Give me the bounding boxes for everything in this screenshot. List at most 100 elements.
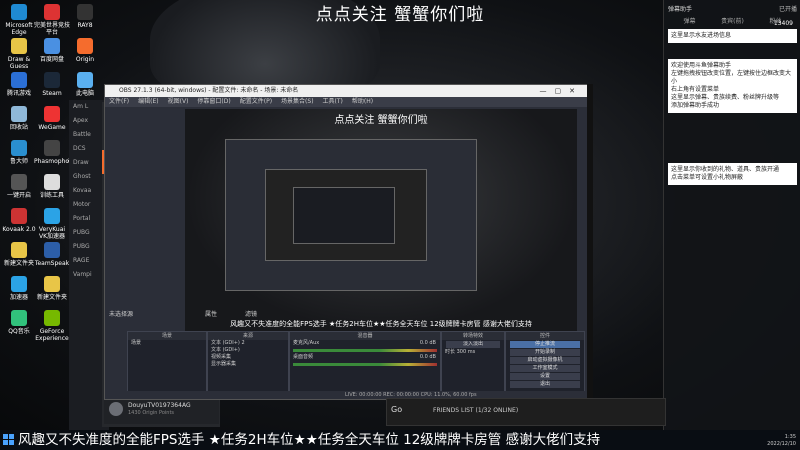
desktop-icon-label: 腾讯游戏 bbox=[6, 90, 31, 97]
training-icon bbox=[44, 174, 60, 190]
desktop-icon-label: Steam bbox=[42, 90, 62, 97]
obs-menu-item[interactable]: 帮助(H) bbox=[352, 98, 373, 105]
mixer-header: 混音器 bbox=[290, 332, 440, 340]
mixer-channel: 麦克风/Aux 0.0 dB bbox=[290, 340, 440, 347]
sources-dock: 来源 文本 (GDI+) 2 文本 (GDI+) 视频采集 显示器采集 bbox=[207, 331, 289, 395]
obs-window: OBS 27.1.3 (64-bit, windows) - 配置文件: 未命名… bbox=[104, 84, 588, 400]
desktop-icon[interactable]: 回收站 bbox=[1, 106, 37, 131]
volume-meter[interactable] bbox=[293, 349, 437, 352]
desktop-icon-label: 新建文件夹 bbox=[3, 260, 34, 267]
volume-meter[interactable] bbox=[293, 363, 437, 366]
desktop-icon[interactable]: 一键开启 bbox=[1, 174, 37, 199]
kovaak-icon bbox=[11, 208, 27, 224]
desktop-icon[interactable]: Microsoft Edge bbox=[1, 4, 37, 36]
source-item[interactable]: 文本 (GDI+) 2 bbox=[208, 340, 288, 347]
friends-list-label[interactable]: FRIENDS LIST (1/32 ONLINE) bbox=[433, 407, 518, 414]
ray8-icon bbox=[77, 4, 93, 20]
scrollbar[interactable] bbox=[587, 84, 593, 398]
desktop-icon[interactable]: 加速器 bbox=[1, 276, 37, 301]
baidu-netdisk-icon bbox=[44, 38, 60, 54]
edge-icon bbox=[11, 4, 27, 20]
control-button[interactable]: 停止推流 bbox=[510, 341, 580, 348]
live-status: 已开播 bbox=[778, 6, 797, 13]
scenes-header: 场景 bbox=[128, 332, 206, 340]
obs-menu-item[interactable]: 视图(V) bbox=[168, 98, 189, 105]
danmaku-tab[interactable]: 弹幕 bbox=[668, 17, 711, 27]
gift-panel: 这里显示你收到的礼物、道具、贵族开通 点击菜单可设置小礼物屏蔽 bbox=[668, 163, 797, 185]
mixer-channel-name: 麦克风/Aux bbox=[293, 340, 320, 346]
origin-user-card[interactable]: DouyuTV0197364AG 1430 Origin Points bbox=[104, 396, 219, 424]
obs-menu-item[interactable]: 停靠窗口(D) bbox=[197, 98, 230, 105]
desktop-icon[interactable]: VeryKuai VK加速器 bbox=[34, 208, 70, 240]
danmaku-assistant: 弹幕助手 已开播 13409 弹幕 贵宾(前) 粉丝 这里显示水友进场信息 欢迎使用… bbox=[663, 0, 800, 430]
folder-icon bbox=[11, 242, 27, 258]
desktop-icon[interactable]: 腾讯游戏 bbox=[1, 72, 37, 97]
mixer-channel-level: 0.0 dB bbox=[419, 340, 436, 346]
wegame-icon bbox=[44, 106, 60, 122]
source-item[interactable]: 视频采集 bbox=[208, 354, 288, 361]
control-button[interactable]: 退出 bbox=[510, 381, 580, 388]
oneclick-icon bbox=[11, 174, 27, 190]
properties-button[interactable]: 属性 bbox=[205, 309, 217, 318]
desktop-icon[interactable]: 完美世界竞技平台 bbox=[34, 4, 70, 36]
system-clock[interactable]: 1:35 2022/12/10 bbox=[767, 434, 796, 448]
desktop-icon-label: WeGame bbox=[38, 124, 66, 131]
control-button[interactable]: 工作室模式 bbox=[510, 365, 580, 372]
desktop-icon[interactable]: TeamSpeak bbox=[34, 242, 70, 267]
obs-preview[interactable]: 点点关注 蟹蟹你们啦 风趣又不失准度的全能FPS选手 ★任务2H车位★★任务全天… bbox=[185, 109, 577, 331]
transition-select[interactable]: 淡入淡出 bbox=[446, 341, 500, 348]
duration-value[interactable]: 300 ms bbox=[457, 349, 476, 355]
desktop-icon-label: Origin bbox=[75, 56, 95, 63]
window-controls[interactable]: —▢✕ bbox=[540, 85, 583, 97]
obs-menu-item[interactable]: 编辑(E) bbox=[138, 98, 158, 105]
obs-titlebar[interactable]: OBS 27.1.3 (64-bit, windows) - 配置文件: 未命名… bbox=[105, 85, 587, 97]
help-panel: 欢迎使用斗鱼弹幕助手 左键拖拽按钮改变位置，左键按住边框改变大小 右上角有设置菜… bbox=[668, 59, 797, 113]
desktop-icon[interactable]: Kovaak 2.0 bbox=[1, 208, 37, 233]
desktop-icon-label: TeamSpeak bbox=[34, 260, 70, 267]
discord-go: Go bbox=[391, 405, 403, 414]
mixer-channel-name: 桌面音频 bbox=[293, 354, 314, 360]
desktop-icon-label: Kovaak 2.0 bbox=[2, 226, 36, 233]
desktop-icon[interactable]: 新建文件夹 bbox=[34, 276, 70, 301]
desktop-icon[interactable]: GeForce Experience bbox=[34, 310, 70, 342]
obs-menu-item[interactable]: 文件(F) bbox=[109, 98, 129, 105]
desktop-icon[interactable]: Steam bbox=[34, 72, 70, 97]
obs-menu-item[interactable]: 场景集合(S) bbox=[281, 98, 314, 105]
desktop-icon[interactable]: Origin bbox=[67, 38, 103, 63]
scene-item[interactable]: 场景 bbox=[128, 340, 206, 347]
obs-menu-item[interactable]: 工具(T) bbox=[323, 98, 343, 105]
control-button[interactable]: 设置 bbox=[510, 373, 580, 380]
duration-label: 时长 300 ms bbox=[445, 349, 476, 355]
danmaku-tab[interactable]: 贵宾(前) bbox=[711, 17, 754, 27]
desktop-icon[interactable]: Draw & Guess bbox=[1, 38, 37, 70]
desktop-icon-label: 鲁大师 bbox=[9, 158, 28, 165]
control-button[interactable]: 开始录制 bbox=[510, 349, 580, 356]
geforce-icon bbox=[44, 310, 60, 326]
clock-time: 1:35 bbox=[784, 434, 796, 440]
desktop-icon[interactable]: 鲁大师 bbox=[1, 140, 37, 165]
accelerator-icon bbox=[11, 276, 27, 292]
qq-music-icon bbox=[11, 310, 27, 326]
obs-menubar: 文件(F) 编辑(E) 视图(V) 停靠窗口(D) 配置文件(P) 场景集合(S) 工具(T… bbox=[105, 97, 587, 107]
desktop-icon[interactable]: 此电脑 bbox=[67, 72, 103, 97]
folder-icon-2 bbox=[44, 276, 60, 292]
filters-button[interactable]: 滤镜 bbox=[245, 309, 257, 318]
source-item[interactable]: 显示器采集 bbox=[208, 361, 288, 368]
obs-menu-item[interactable]: 配置文件(P) bbox=[240, 98, 272, 105]
perfect-world-icon bbox=[44, 4, 60, 20]
desktop-icon[interactable]: 百度网盘 bbox=[34, 38, 70, 63]
control-button[interactable]: 启动虚拟摄像机 bbox=[510, 357, 580, 364]
tencent-games-icon bbox=[11, 72, 27, 88]
desktop-icon[interactable]: 新建文件夹 bbox=[1, 242, 37, 267]
desktop-icon[interactable]: RAY8 bbox=[67, 4, 103, 29]
desktop-icon[interactable]: WeGame bbox=[34, 106, 70, 131]
preview-caption: 点点关注 蟹蟹你们啦 bbox=[334, 115, 428, 126]
desktop-icon[interactable]: 训练工具 bbox=[34, 174, 70, 199]
desktop-icon[interactable]: QQ音乐 bbox=[1, 310, 37, 335]
danmaku-titlebar[interactable]: 弹幕助手 已开播 bbox=[664, 0, 800, 17]
source-item[interactable]: 文本 (GDI+) bbox=[208, 347, 288, 354]
windows-start-icon[interactable] bbox=[3, 434, 15, 446]
ludashi-icon bbox=[11, 140, 27, 156]
desktop-icon[interactable]: Phasmophobia bbox=[34, 140, 78, 165]
danmaku-title: 弹幕助手 bbox=[668, 6, 693, 13]
